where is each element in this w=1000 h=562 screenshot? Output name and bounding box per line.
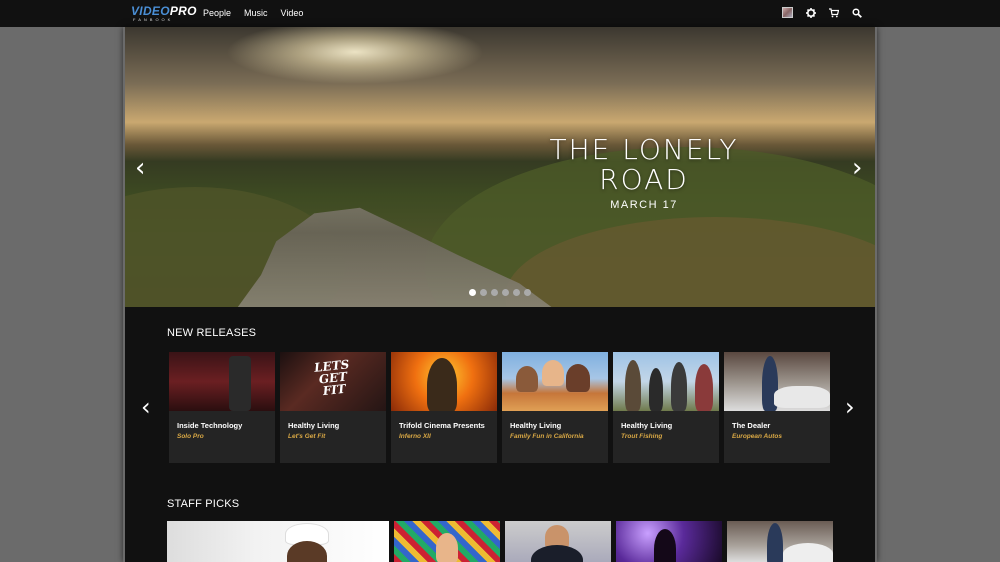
logo-text-video: VIDEO	[131, 4, 170, 18]
hero-carousel[interactable]: THE LONELY ROAD MARCH 17 ‹ ›	[125, 27, 875, 307]
thumb-car	[774, 386, 830, 408]
card-title: Inside Technology	[177, 421, 243, 430]
thumb-figure	[767, 523, 783, 562]
cart-icon[interactable]	[828, 7, 839, 18]
release-card[interactable]: The Dealer European Autos	[724, 352, 830, 463]
thumb-car	[783, 543, 833, 562]
main-panel: THE LONELY ROAD MARCH 17 ‹ › NEW RELEASE…	[125, 27, 875, 562]
card-title: Healthy Living	[621, 421, 673, 430]
thumb-figure	[566, 364, 590, 392]
staff-pick-card[interactable]	[394, 521, 500, 562]
release-thumbnail: LETS GET FIT	[280, 352, 386, 411]
card-subtitle: Let's Get Fit	[288, 433, 326, 440]
thumb-figure	[436, 533, 458, 562]
avatar[interactable]	[782, 7, 793, 18]
thumb-figure	[516, 366, 538, 392]
thumb-figure	[625, 360, 641, 411]
staff-pick-card[interactable]	[616, 521, 722, 562]
card-subtitle: Family Fun in California	[510, 433, 584, 440]
search-icon[interactable]	[851, 7, 862, 18]
new-releases-title: NEW RELEASES	[167, 327, 257, 339]
hero-title-line2: ROAD	[599, 163, 689, 196]
thumb-figure	[427, 358, 457, 411]
releases-next-arrow-icon[interactable]: ›	[845, 395, 855, 419]
carousel-dot[interactable]	[502, 289, 509, 296]
staff-pick-card[interactable]	[505, 521, 611, 562]
thumb-figure	[542, 360, 564, 386]
hero-title-line1: THE LONELY	[549, 133, 739, 166]
release-card[interactable]: Healthy Living Family Fun in California	[502, 352, 608, 463]
thumb-figure	[531, 545, 583, 562]
carousel-dot[interactable]	[524, 289, 531, 296]
card-title: Trifold Cinema Presents	[399, 421, 485, 430]
thumb-figure	[654, 529, 676, 562]
carousel-dot[interactable]	[469, 289, 476, 296]
release-card[interactable]: Healthy Living Trout Fishing	[613, 352, 719, 463]
carousel-dot[interactable]	[513, 289, 520, 296]
card-title: The Dealer	[732, 421, 771, 430]
hero-title: THE LONELY ROAD	[529, 135, 759, 195]
carousel-dot[interactable]	[480, 289, 487, 296]
hero-date: MARCH 17	[610, 199, 678, 211]
staff-picks-row	[167, 521, 833, 562]
thumb-figure	[229, 356, 251, 411]
hero-next-arrow-icon[interactable]: ›	[852, 155, 862, 181]
hero-prev-arrow-icon[interactable]: ‹	[135, 155, 145, 181]
thumb-figure	[695, 364, 713, 411]
nav-item-music[interactable]: Music	[244, 8, 268, 18]
top-navbar: VIDEOPRO FANBOOK People Music Video	[0, 0, 1000, 27]
release-thumbnail	[169, 352, 275, 411]
release-card[interactable]: Trifold Cinema Presents Inferno XII	[391, 352, 497, 463]
staff-pick-card[interactable]	[167, 521, 389, 562]
release-thumbnail	[502, 352, 608, 411]
card-title: Healthy Living	[510, 421, 562, 430]
carousel-dots	[469, 289, 531, 296]
carousel-dot[interactable]	[491, 289, 498, 296]
nav-item-people[interactable]: People	[203, 8, 231, 18]
gear-icon[interactable]	[805, 7, 816, 18]
card-subtitle: Trout Fishing	[621, 433, 663, 440]
staff-picks-title: STAFF PICKS	[167, 498, 240, 510]
main-nav: People Music Video	[203, 8, 303, 18]
staff-pick-card[interactable]	[727, 521, 833, 562]
header-tools	[782, 7, 862, 18]
thumb-figure	[649, 368, 663, 411]
card-subtitle: Inferno XII	[399, 433, 431, 440]
thumb-overlay-text: LETS GET FIT	[313, 357, 350, 399]
release-thumbnail	[724, 352, 830, 411]
card-subtitle: Solo Pro	[177, 433, 204, 440]
card-subtitle: European Autos	[732, 433, 782, 440]
release-thumbnail	[391, 352, 497, 411]
card-title: Healthy Living	[288, 421, 340, 430]
logo-text-pro: PRO	[169, 4, 197, 18]
thumb-figure	[671, 362, 687, 411]
release-card[interactable]: LETS GET FIT Healthy Living Let's Get Fit	[280, 352, 386, 463]
logo[interactable]: VIDEOPRO FANBOOK	[131, 5, 197, 23]
release-card[interactable]: Inside Technology Solo Pro	[169, 352, 275, 463]
nav-item-video[interactable]: Video	[281, 8, 304, 18]
new-releases-row: Inside Technology Solo Pro LETS GET FIT He…	[169, 352, 830, 463]
release-thumbnail	[613, 352, 719, 411]
releases-prev-arrow-icon[interactable]: ‹	[141, 395, 151, 419]
